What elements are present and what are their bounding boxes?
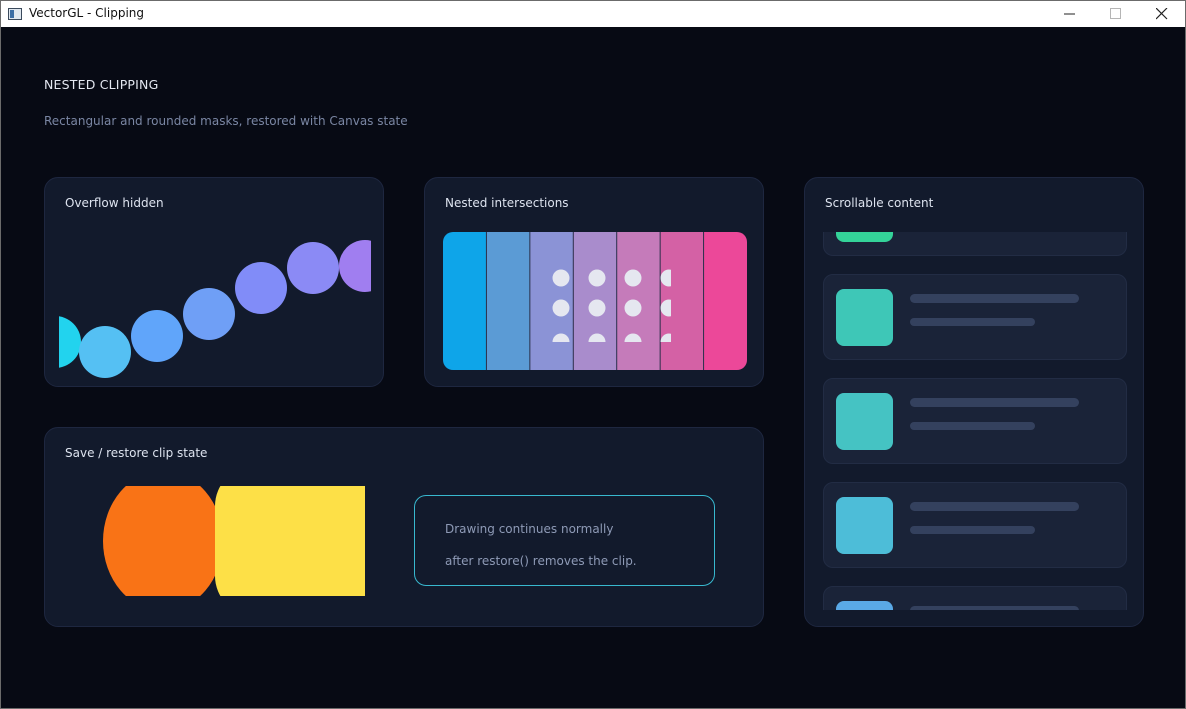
list-item[interactable] xyxy=(823,232,1127,256)
nested-intersections-card: Nested intersections xyxy=(424,177,764,387)
minimize-icon xyxy=(1064,13,1075,15)
maximize-icon xyxy=(1110,8,1121,19)
orange-shape xyxy=(103,486,223,596)
grid-dot xyxy=(552,269,570,287)
scroll-viewport[interactable] xyxy=(823,232,1127,610)
clipped-ball xyxy=(131,310,183,362)
scrollable-content-card: Scrollable content xyxy=(804,177,1144,627)
placeholder-text-bar xyxy=(910,606,1079,610)
save-restore-card: Save / restore clip state Drawing contin… xyxy=(44,427,764,627)
close-button[interactable] xyxy=(1139,1,1185,27)
stripe xyxy=(443,232,487,370)
card-title: Overflow hidden xyxy=(65,196,164,210)
card-title: Nested intersections xyxy=(445,196,569,210)
nested-stripes-graphic xyxy=(443,232,747,370)
stripe xyxy=(703,232,747,370)
list-item-thumbnail xyxy=(836,601,893,610)
clipped-ball xyxy=(235,262,287,314)
placeholder-text-bar xyxy=(910,526,1035,534)
grid-dot xyxy=(588,269,606,287)
minimize-button[interactable] xyxy=(1047,1,1093,27)
close-icon xyxy=(1156,8,1168,20)
clipped-ball xyxy=(79,326,131,378)
placeholder-text-bar xyxy=(910,422,1035,430)
list-item[interactable] xyxy=(823,274,1127,360)
stripe xyxy=(616,232,661,370)
list-item-thumbnail xyxy=(836,232,893,242)
nested-clip-region xyxy=(443,232,747,370)
clipped-ball xyxy=(183,288,235,340)
grid-dot xyxy=(588,299,606,317)
overflow-hidden-card: Overflow hidden xyxy=(44,177,384,387)
stripe xyxy=(529,232,574,370)
placeholder-text-bar xyxy=(910,294,1079,303)
page-subtitle: Rectangular and rounded masks, restored … xyxy=(44,114,408,128)
maximize-button[interactable] xyxy=(1093,1,1139,27)
page-title: NESTED CLIPPING xyxy=(44,77,159,92)
card-title: Scrollable content xyxy=(825,196,934,210)
restore-message-box: Drawing continues normally after restore… xyxy=(414,495,715,586)
list-item-thumbnail xyxy=(836,497,893,554)
placeholder-text-bar xyxy=(910,502,1079,511)
restore-message-line: after restore() removes the clip. xyxy=(445,554,637,568)
placeholder-text-bar xyxy=(910,398,1079,407)
grid-dot xyxy=(624,299,642,317)
clipped-shapes-graphic xyxy=(103,486,365,596)
app-icon xyxy=(8,8,22,20)
placeholder-text-bar xyxy=(910,318,1035,326)
save-clip-region xyxy=(103,486,365,596)
yellow-shape xyxy=(215,486,365,596)
clipped-ball xyxy=(287,242,339,294)
app-window: VectorGL - Clipping NESTED CLIPPING Rect… xyxy=(0,0,1186,709)
list-item[interactable] xyxy=(823,378,1127,464)
restore-message-line: Drawing continues normally xyxy=(445,522,614,536)
list-item-thumbnail xyxy=(836,289,893,346)
list-item-thumbnail xyxy=(836,393,893,450)
list-item[interactable] xyxy=(823,482,1127,568)
window-title: VectorGL - Clipping xyxy=(29,6,145,20)
canvas-area: NESTED CLIPPING Rectangular and rounded … xyxy=(4,27,1184,707)
clipped-ball xyxy=(339,240,371,292)
clipped-ball xyxy=(59,316,81,368)
list-item[interactable] xyxy=(823,586,1127,610)
overflow-clip-region xyxy=(59,236,371,386)
grid-dot xyxy=(624,269,642,287)
stripe xyxy=(486,232,531,370)
grid-dot xyxy=(552,299,570,317)
card-title: Save / restore clip state xyxy=(65,446,208,460)
title-bar[interactable]: VectorGL - Clipping xyxy=(1,1,1185,27)
